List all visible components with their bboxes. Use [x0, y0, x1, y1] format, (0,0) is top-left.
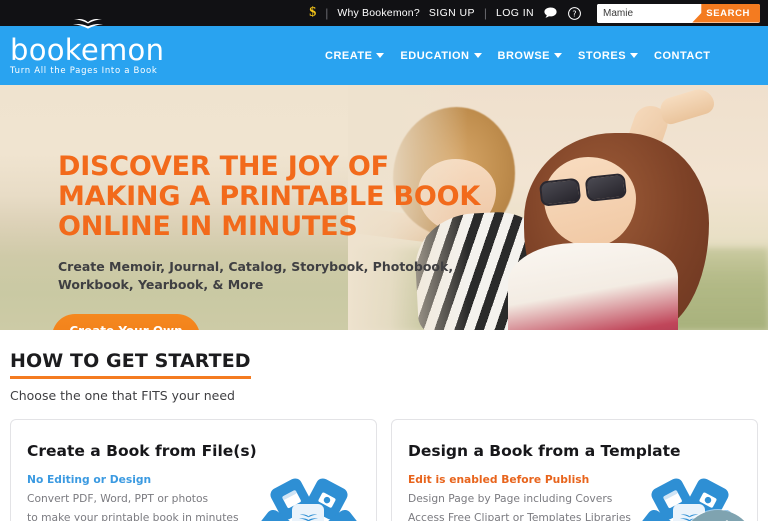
section-title: HOW TO GET STARTED — [10, 350, 251, 379]
hero-title: DISCOVER THE JOY OF MAKING A PRINTABLE B… — [58, 151, 481, 242]
topbar-links: $ | Why Bookemon? SIGN UP | LOG IN ? SEA… — [309, 0, 760, 26]
card-create-from-files[interactable]: Create a Book from File(s) No Editing or… — [10, 419, 377, 521]
card-design-from-template[interactable]: Design a Book from a Template Edit is en… — [391, 419, 758, 521]
search-form: SEARCH — [597, 3, 760, 23]
section-subtitle: Choose the one that FITS your need — [10, 388, 235, 403]
nav-label-contact: CONTACT — [654, 49, 711, 62]
how-to-get-started-section: HOW TO GET STARTED Choose the one that F… — [0, 330, 768, 403]
card-title: Design a Book from a Template — [408, 442, 681, 460]
hero-banner: DISCOVER THE JOY OF MAKING A PRINTABLE B… — [0, 85, 768, 330]
svg-text:?: ? — [572, 9, 576, 18]
open-book-icon — [70, 18, 106, 32]
chevron-down-icon — [376, 53, 385, 58]
nav-item-create[interactable]: CREATE — [325, 49, 385, 62]
why-bookemon-link[interactable]: Why Bookemon? — [337, 8, 420, 19]
options-cards: Create a Book from File(s) No Editing or… — [0, 403, 768, 521]
card-title: Create a Book from File(s) — [27, 442, 257, 460]
logo[interactable]: bookemon Turn All the Pages Into a Book — [10, 19, 165, 76]
nav-item-contact[interactable]: CONTACT — [654, 50, 710, 62]
card-illustration-file-types: W — [238, 474, 370, 521]
logo-tagline: Turn All the Pages Into a Book — [10, 66, 158, 76]
top-utility-bar: $ | Why Bookemon? SIGN UP | LOG IN ? SEA… — [0, 0, 768, 26]
hero-subtitle: Create Memoir, Journal, Catalog, Storybo… — [58, 259, 454, 292]
girl-right-dress — [508, 243, 678, 330]
file-type-ring: W — [251, 474, 367, 521]
nav-item-browse[interactable]: BROWSE — [497, 49, 562, 62]
sign-up-link[interactable]: SIGN UP — [429, 8, 475, 19]
main-navigation: CREATE EDUCATION BROWSE STORES CONTACT — [325, 50, 711, 62]
dollar-icon[interactable]: $ — [309, 6, 316, 20]
topbar-separator-2: | — [483, 6, 487, 20]
search-input[interactable] — [597, 3, 693, 23]
search-button[interactable]: SEARCH — [692, 3, 760, 23]
nav-label-create: CREATE — [325, 49, 373, 62]
question-circle-icon[interactable]: ? — [567, 6, 582, 21]
nav-item-education[interactable]: EDUCATION — [400, 49, 482, 62]
chevron-down-icon — [554, 53, 562, 58]
log-in-link[interactable]: LOG IN — [496, 8, 534, 19]
topbar-separator-1: | — [325, 6, 329, 20]
nav-item-stores[interactable]: STORES — [578, 49, 639, 62]
chevron-down-icon — [473, 53, 482, 58]
logo-wordmark: bookemon — [10, 33, 165, 67]
hero-content: DISCOVER THE JOY OF MAKING A PRINTABLE B… — [52, 85, 498, 330]
nav-label-stores: STORES — [578, 49, 627, 62]
nav-label-browse: BROWSE — [497, 49, 550, 62]
chat-bubble-icon[interactable] — [543, 6, 558, 21]
create-your-own-book-button[interactable]: Create Your Own Book For Free — [52, 314, 200, 330]
chevron-down-icon — [630, 53, 639, 58]
open-book-center-icon — [292, 504, 324, 521]
site-header: bookemon Turn All the Pages Into a Book … — [0, 19, 768, 85]
nav-label-education: EDUCATION — [400, 49, 470, 62]
